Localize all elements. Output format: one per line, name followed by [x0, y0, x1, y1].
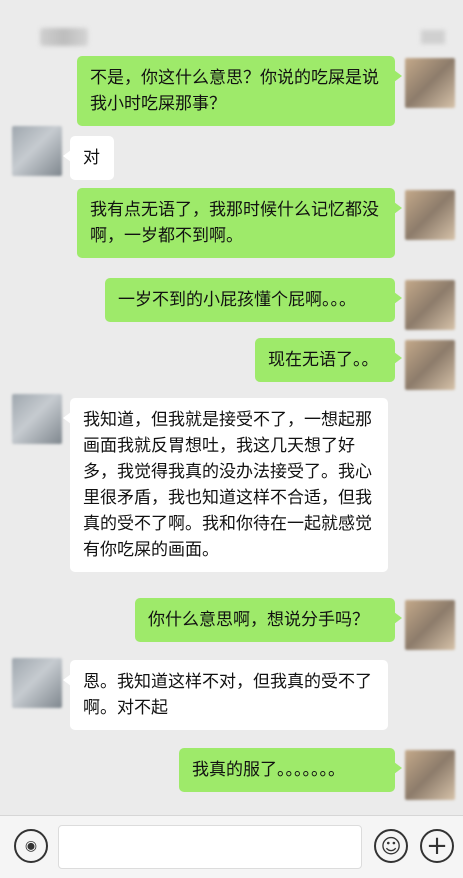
blurred-contact-name — [40, 28, 88, 46]
my-message-bubble[interactable]: 我真的服了。。。。。。。 — [179, 748, 402, 792]
their-message-bubble[interactable]: 恩。我知道这样不对，但我真的受不了啊。对不起 — [63, 660, 388, 730]
my-message-bubble[interactable]: 现在无语了。。 — [255, 338, 402, 382]
my-avatar[interactable] — [405, 190, 455, 240]
voice-icon[interactable]: ◉ — [14, 829, 48, 863]
my-avatar[interactable] — [405, 280, 455, 330]
my-message-bubble[interactable]: 不是，你这什么意思？你说的吃屎是说我小时吃屎那事？ — [77, 56, 402, 126]
my-message-bubble[interactable]: 一岁不到的小屁孩懂个屁啊。。。 — [105, 278, 402, 322]
contact-avatar[interactable] — [12, 126, 62, 176]
their-message-bubble[interactable]: 我知道，但我就是接受不了，一想起那画面我就反胃想吐，我这几天想了好多，我觉得我真… — [63, 398, 388, 572]
contact-avatar[interactable] — [12, 394, 62, 444]
plus-icon[interactable]: + — [420, 829, 454, 863]
my-message-bubble[interactable]: 你什么意思啊，想说分手吗？ — [135, 598, 402, 642]
emoji-icon[interactable]: ☺ — [374, 829, 408, 863]
my-message-bubble[interactable]: 我有点无语了，我那时候什么记忆都没啊，一岁都不到啊。 — [77, 188, 402, 258]
input-bar: ◉ ☺ + — [0, 815, 463, 878]
chat-area[interactable]: 不是，你这什么意思？你说的吃屎是说我小时吃屎那事？ 对 我有点无语了，我那时候什… — [0, 0, 463, 815]
my-avatar[interactable] — [405, 600, 455, 650]
message-input[interactable] — [58, 825, 362, 869]
blurred-top-right — [421, 30, 445, 44]
my-avatar[interactable] — [405, 340, 455, 390]
their-message-bubble[interactable]: 对 — [63, 136, 114, 180]
my-avatar[interactable] — [405, 58, 455, 108]
my-avatar[interactable] — [405, 750, 455, 800]
contact-avatar[interactable] — [12, 658, 62, 708]
top-bar — [0, 0, 463, 58]
